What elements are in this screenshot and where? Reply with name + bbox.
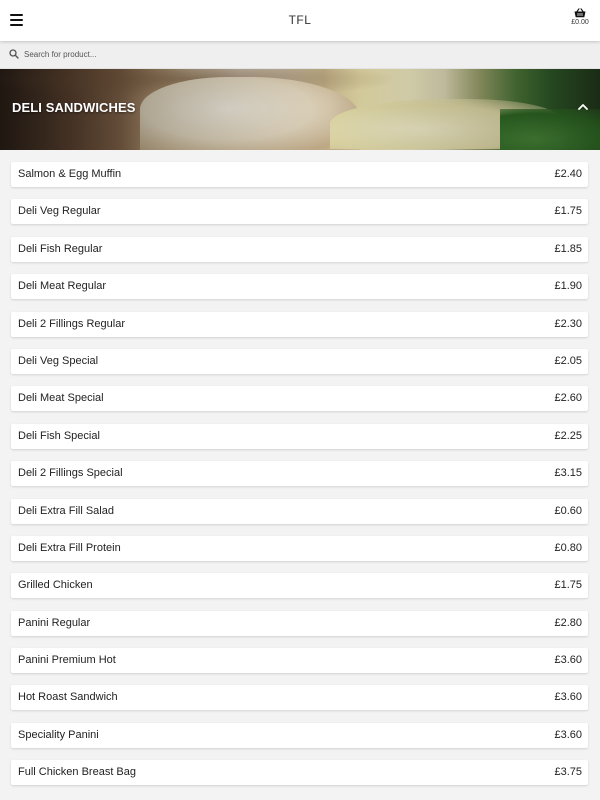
product-name: Deli Fish Special <box>18 429 100 442</box>
category-title: DELI SANDWICHES <box>12 100 136 115</box>
product-price: £2.30 <box>554 317 582 330</box>
product-price: £3.75 <box>554 766 582 779</box>
product-price: £2.60 <box>554 392 582 405</box>
product-price: £1.90 <box>554 280 582 293</box>
product-price: £3.15 <box>554 467 582 480</box>
category-banner[interactable]: DELI SANDWICHES <box>0 69 600 150</box>
app-title: TFL <box>288 13 312 27</box>
product-row[interactable]: Deli Meat Special £2.60 <box>11 386 588 412</box>
search-bar <box>0 41 600 69</box>
product-price: £2.80 <box>554 616 582 629</box>
product-row[interactable]: Deli Fish Special £2.25 <box>11 423 588 449</box>
product-name: Panini Premium Hot <box>18 654 116 667</box>
product-name: Deli Veg Special <box>18 354 99 367</box>
product-price: £1.75 <box>554 205 582 218</box>
product-name: Salmon & Egg Muffin <box>18 168 122 180</box>
basket-icon <box>574 8 586 18</box>
product-row[interactable]: Deli Veg Regular £1.75 <box>11 199 588 225</box>
product-price: £3.60 <box>554 728 582 741</box>
product-name: Deli 2 Fillings Regular <box>18 317 125 330</box>
product-row[interactable]: Salmon & Egg Muffin £2.40 <box>11 162 588 187</box>
product-row[interactable]: Deli Extra Fill Protein £0.80 <box>11 535 588 561</box>
product-name: Grilled Chicken <box>18 579 93 592</box>
product-name: Deli Extra Fill Protein <box>18 541 121 554</box>
product-name: Deli Fish Regular <box>18 242 103 255</box>
product-name: Deli 2 Fillings Special <box>18 467 123 480</box>
product-list: Salmon & Egg Muffin £2.40 Deli Veg Regular… <box>11 162 588 798</box>
product-name: Deli Meat Regular <box>18 280 107 293</box>
product-row[interactable]: Deli Veg Special £2.05 <box>11 348 588 374</box>
product-row[interactable]: Deli Meat Regular £1.90 <box>11 274 588 300</box>
search-input[interactable] <box>24 45 584 63</box>
product-row[interactable]: Full Chicken Breast Bag £3.75 <box>11 760 588 786</box>
product-row[interactable]: Deli 2 Fillings Regular £2.30 <box>11 311 588 337</box>
product-name: Hot Roast Sandwich <box>18 691 118 704</box>
cart-button[interactable]: £0.00 <box>568 8 592 34</box>
product-name: Deli Veg Regular <box>18 205 101 218</box>
product-name: Speciality Panini <box>18 728 99 741</box>
product-row[interactable]: Speciality Panini £3.60 <box>11 722 588 748</box>
product-row[interactable]: Panini Premium Hot £3.60 <box>11 648 588 674</box>
product-name: Panini Regular <box>18 616 91 629</box>
product-price: £3.60 <box>554 691 582 704</box>
cart-total: £0.00 <box>571 19 589 26</box>
product-row[interactable]: Deli Extra Fill Salad £0.60 <box>11 498 588 524</box>
product-price: £2.25 <box>554 429 582 442</box>
product-price: £3.60 <box>554 654 582 667</box>
product-row[interactable]: Deli 2 Fillings Special £3.15 <box>11 461 588 487</box>
product-row[interactable]: Grilled Chicken £1.75 <box>11 573 588 599</box>
product-row[interactable]: Hot Roast Sandwich £3.60 <box>11 685 588 711</box>
chevron-up-icon[interactable] <box>578 103 588 110</box>
product-name: Deli Meat Special <box>18 392 104 405</box>
product-name: Deli Extra Fill Salad <box>18 504 114 517</box>
product-price: £2.40 <box>554 168 582 180</box>
product-price: £1.85 <box>554 242 582 255</box>
search-icon <box>9 49 19 59</box>
product-name: Full Chicken Breast Bag <box>18 766 136 779</box>
product-row[interactable]: Deli Fish Regular £1.85 <box>11 236 588 262</box>
product-price: £0.80 <box>554 541 582 554</box>
product-price: £0.60 <box>554 504 582 517</box>
top-app-bar: TFL £0.00 <box>0 0 600 41</box>
product-price: £2.05 <box>554 354 582 367</box>
product-row[interactable]: Panini Regular £2.80 <box>11 610 588 636</box>
product-price: £1.75 <box>554 579 582 592</box>
